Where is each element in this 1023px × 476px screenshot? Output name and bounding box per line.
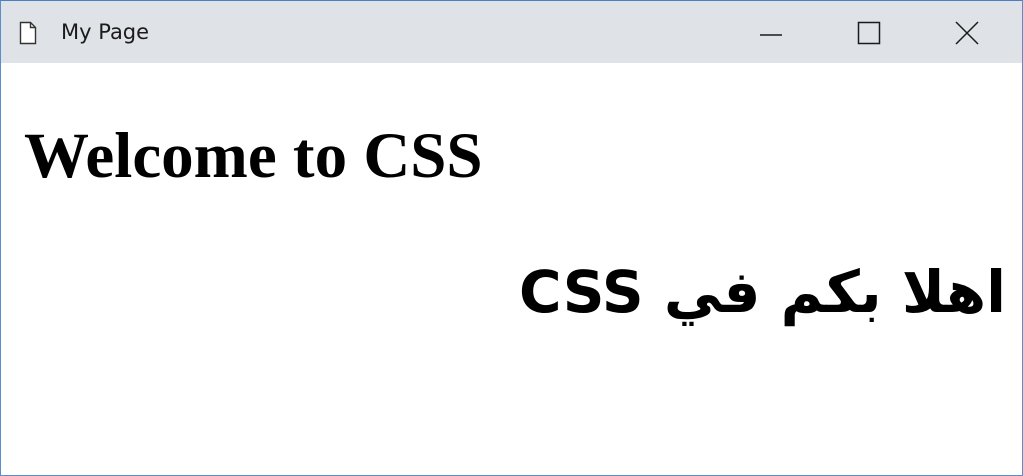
minimize-icon — [760, 34, 782, 36]
maximize-button[interactable] — [819, 1, 919, 63]
heading-english: Welcome to CSS — [24, 120, 483, 192]
close-icon — [955, 21, 979, 45]
maximize-icon — [857, 21, 881, 45]
title-bar[interactable]: My Page — [1, 1, 1022, 63]
window-title: My Page — [61, 20, 150, 44]
browser-window: My Page Welcome to CSS اهلا بكم في CSS — [0, 0, 1023, 476]
minimize-button[interactable] — [721, 1, 821, 63]
close-button[interactable] — [917, 1, 1017, 63]
document-icon — [18, 21, 38, 45]
page-content: Welcome to CSS اهلا بكم في CSS — [1, 63, 1022, 475]
heading-arabic: اهلا بكم في CSS — [519, 258, 1006, 326]
